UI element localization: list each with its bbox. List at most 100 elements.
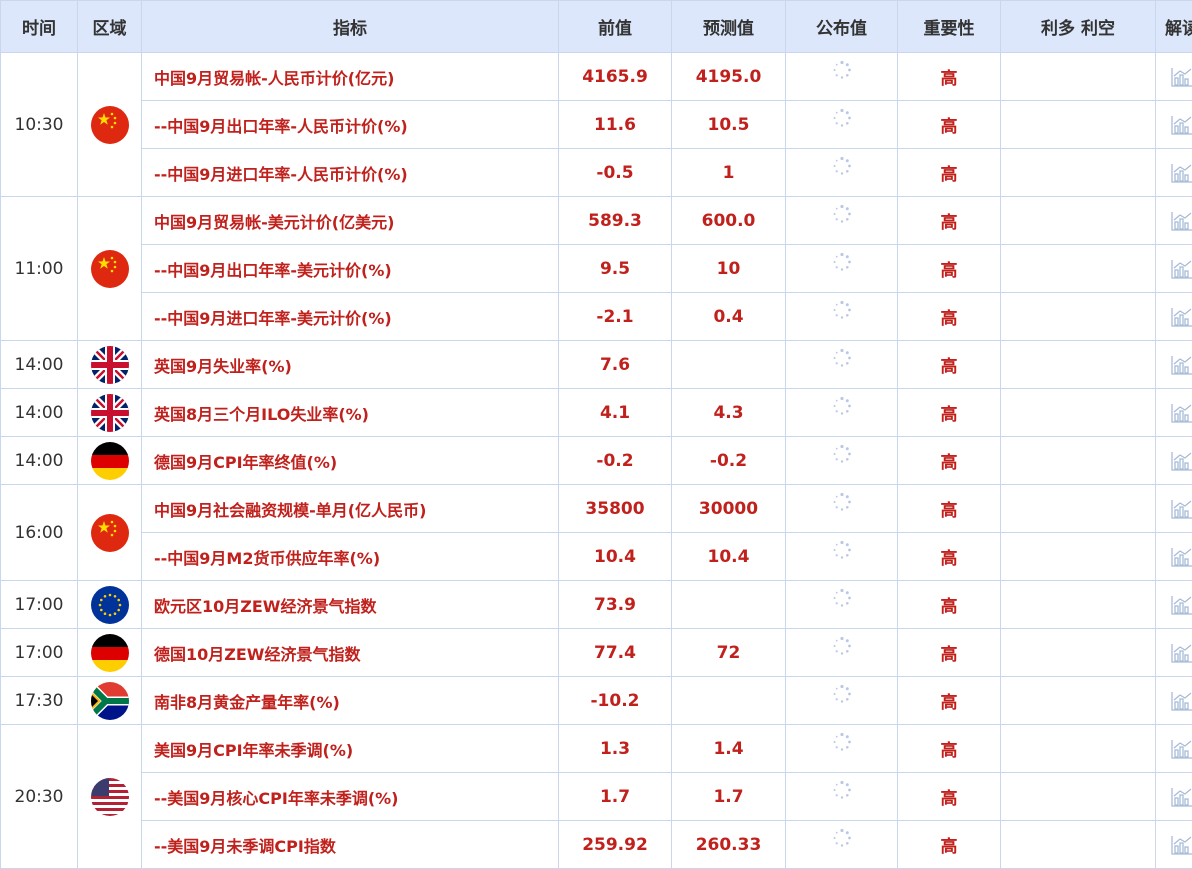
actual-value-cell [785, 196, 898, 245]
event-time: 17:30 [0, 676, 78, 725]
table-row: --中国9月M2货币供应年率(%) 10.4 10.4 高 [1, 532, 1192, 581]
indicator-name[interactable]: 德国9月CPI年率终值(%) [141, 436, 559, 485]
chart-analysis-icon[interactable] [1170, 450, 1192, 472]
loading-spinner-icon [832, 540, 852, 560]
interpret-cell [1155, 628, 1192, 677]
loading-spinner-icon [832, 588, 852, 608]
chart-analysis-icon[interactable] [1170, 402, 1192, 424]
event-time: 17:00 [0, 580, 78, 629]
chart-analysis-icon[interactable] [1170, 162, 1192, 184]
interpret-cell [1155, 532, 1192, 581]
indicator-name[interactable]: 南非8月黄金产量年率(%) [141, 676, 559, 725]
forecast-value [671, 340, 786, 389]
loading-spinner-icon [832, 396, 852, 416]
bull-bear-cell [1000, 772, 1156, 821]
actual-value-cell [785, 388, 898, 437]
indicator-name[interactable]: --中国9月出口年率-美元计价(%) [141, 244, 559, 293]
bull-bear-cell [1000, 484, 1156, 533]
chart-analysis-icon[interactable] [1170, 306, 1192, 328]
importance-level: 高 [897, 484, 1001, 533]
chart-analysis-icon[interactable] [1170, 738, 1192, 760]
event-time: 14:00 [0, 340, 78, 389]
actual-value-cell [785, 532, 898, 581]
importance-level: 高 [897, 580, 1001, 629]
bull-bear-cell [1000, 532, 1156, 581]
loading-spinner-icon [832, 828, 852, 848]
region-cell [77, 436, 142, 485]
indicator-name[interactable]: 中国9月贸易帐-美元计价(亿美元) [141, 196, 559, 245]
indicator-name[interactable]: --中国9月出口年率-人民币计价(%) [141, 100, 559, 149]
importance-level: 高 [897, 676, 1001, 725]
table-row: --美国9月未季调CPI指数 259.92 260.33 高 [1, 820, 1192, 869]
event-time: 10:30 [0, 52, 78, 197]
interpret-cell [1155, 196, 1192, 245]
bull-bear-cell [1000, 820, 1156, 869]
indicator-name[interactable]: --中国9月进口年率-美元计价(%) [141, 292, 559, 341]
region-cell [77, 724, 142, 869]
indicator-name[interactable]: 中国9月贸易帐-人民币计价(亿元) [141, 52, 559, 101]
event-time: 14:00 [0, 436, 78, 485]
actual-value-cell [785, 580, 898, 629]
previous-value: 73.9 [558, 580, 672, 629]
loading-spinner-icon [832, 492, 852, 512]
loading-spinner-icon [832, 60, 852, 80]
indicator-name[interactable]: --美国9月未季调CPI指数 [141, 820, 559, 869]
table-row: 14:00 英国9月失业率(%) 7.6 高 [0, 340, 1192, 389]
col-header-importance: 重要性 [897, 0, 1001, 53]
indicator-name[interactable]: 英国8月三个月ILO失业率(%) [141, 388, 559, 437]
previous-value: -2.1 [558, 292, 672, 341]
table-row: --中国9月出口年率-人民币计价(%) 11.6 10.5 高 [1, 100, 1192, 149]
chart-analysis-icon[interactable] [1170, 354, 1192, 376]
chart-analysis-icon[interactable] [1170, 690, 1192, 712]
chart-analysis-icon[interactable] [1170, 594, 1192, 616]
interpret-cell [1155, 100, 1192, 149]
economic-calendar-table: 时间 区域 指标 前值 预测值 公布值 重要性 利多 利空 解读 10:30 中国… [0, 0, 1192, 869]
actual-value-cell [785, 820, 898, 869]
bull-bear-cell [1000, 436, 1156, 485]
indicator-name[interactable]: 美国9月CPI年率未季调(%) [141, 724, 559, 773]
loading-spinner-icon [832, 204, 852, 224]
loading-spinner-icon [832, 300, 852, 320]
actual-value-cell [785, 628, 898, 677]
importance-level: 高 [897, 244, 1001, 293]
indicator-name[interactable]: 德国10月ZEW经济景气指数 [141, 628, 559, 677]
importance-level: 高 [897, 820, 1001, 869]
actual-value-cell [785, 100, 898, 149]
chart-analysis-icon[interactable] [1170, 642, 1192, 664]
table-row: --美国9月核心CPI年率未季调(%) 1.7 1.7 高 [1, 772, 1192, 821]
chart-analysis-icon[interactable] [1170, 834, 1192, 856]
importance-level: 高 [897, 388, 1001, 437]
forecast-value: 1.7 [671, 772, 786, 821]
chart-analysis-icon[interactable] [1170, 786, 1192, 808]
region-cell [77, 676, 142, 725]
previous-value: 7.6 [558, 340, 672, 389]
chart-analysis-icon[interactable] [1170, 66, 1192, 88]
south-africa-flag [90, 681, 129, 720]
indicator-name[interactable]: 中国9月社会融资规模-单月(亿人民币) [141, 484, 559, 533]
actual-value-cell [785, 52, 898, 101]
germany-flag [90, 633, 129, 672]
chart-analysis-icon[interactable] [1170, 114, 1192, 136]
indicator-name[interactable]: --美国9月核心CPI年率未季调(%) [141, 772, 559, 821]
importance-level: 高 [897, 628, 1001, 677]
indicator-name[interactable]: --中国9月进口年率-人民币计价(%) [141, 148, 559, 197]
indicator-name[interactable]: --中国9月M2货币供应年率(%) [141, 532, 559, 581]
previous-value: 9.5 [558, 244, 672, 293]
loading-spinner-icon [832, 348, 852, 368]
china-flag [90, 105, 129, 144]
table-row: 14:00 德国9月CPI年率终值(%) -0.2 -0.2 高 [0, 436, 1192, 485]
chart-analysis-icon[interactable] [1170, 546, 1192, 568]
chart-analysis-icon[interactable] [1170, 498, 1192, 520]
importance-level: 高 [897, 148, 1001, 197]
indicator-name[interactable]: 欧元区10月ZEW经济景气指数 [141, 580, 559, 629]
previous-value: 259.92 [558, 820, 672, 869]
table-row: --中国9月进口年率-人民币计价(%) -0.5 1 高 [1, 148, 1192, 197]
actual-value-cell [785, 484, 898, 533]
importance-level: 高 [897, 196, 1001, 245]
table-row: 11:00 中国9月贸易帐-美元计价(亿美元) 589.3 600.0 高 [0, 196, 1192, 341]
chart-analysis-icon[interactable] [1170, 258, 1192, 280]
indicator-name[interactable]: 英国9月失业率(%) [141, 340, 559, 389]
table-row: --中国9月进口年率-美元计价(%) -2.1 0.4 高 [1, 292, 1192, 341]
region-cell [77, 52, 142, 197]
chart-analysis-icon[interactable] [1170, 210, 1192, 232]
